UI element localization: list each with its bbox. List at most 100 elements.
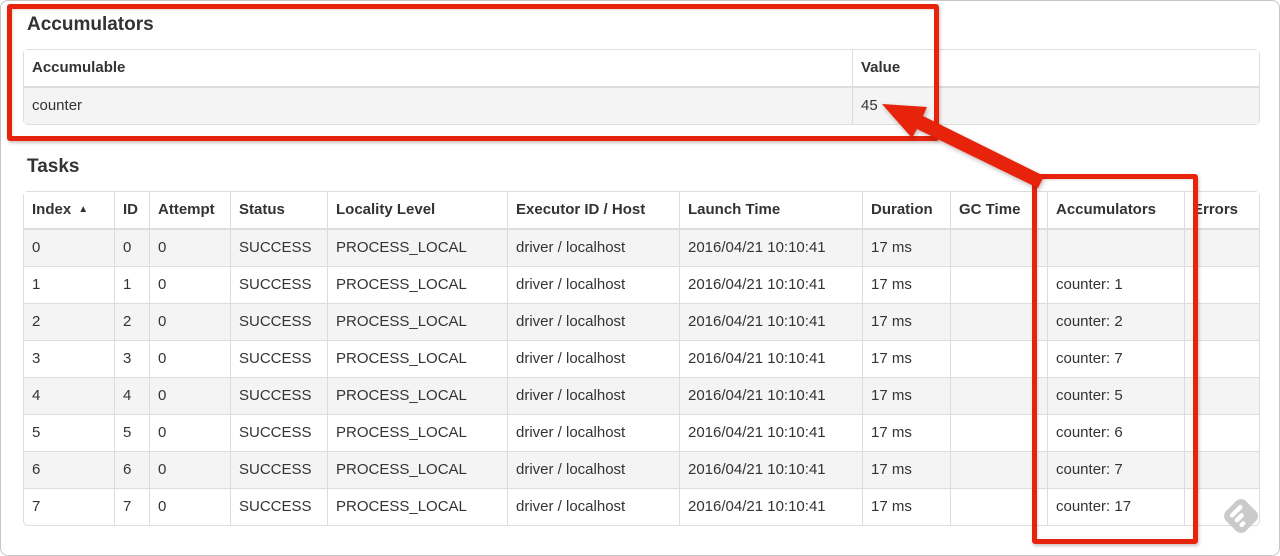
cell-executor-id-host: driver / localhost <box>507 340 679 377</box>
cell-locality-level: PROCESS_LOCAL <box>327 303 507 340</box>
cell-id: 0 <box>114 230 149 266</box>
cell-gc-time <box>950 451 1047 488</box>
cell-gc-time <box>950 488 1047 525</box>
cell-id: 4 <box>114 377 149 414</box>
task-row: 3 3 0 SUCCESS PROCESS_LOCAL driver / localhos… <box>24 340 1259 377</box>
cell-launch-time: 2016/04/21 10:10:41 <box>679 266 862 303</box>
cell-gc-time <box>950 303 1047 340</box>
cell-index: 4 <box>24 377 114 414</box>
cell-launch-time: 2016/04/21 10:10:41 <box>679 488 862 525</box>
cell-executor-id-host: driver / localhost <box>507 414 679 451</box>
task-row: 6 6 0 SUCCESS PROCESS_LOCAL driver / localhos… <box>24 451 1259 488</box>
cell-id: 2 <box>114 303 149 340</box>
cell-accumulators: counter: 5 <box>1047 377 1184 414</box>
cell-status: SUCCESS <box>230 230 327 266</box>
cell-index: 5 <box>24 414 114 451</box>
cell-errors <box>1184 414 1259 451</box>
column-header-id[interactable]: ID <box>114 192 149 230</box>
cell-duration: 17 ms <box>862 303 950 340</box>
column-header-locality-level[interactable]: Locality Level <box>327 192 507 230</box>
cell-attempt: 0 <box>149 451 230 488</box>
accumulators-section-title: Accumulators <box>27 14 154 35</box>
cell-launch-time: 2016/04/21 10:10:41 <box>679 303 862 340</box>
cell-accumulators <box>1047 230 1184 266</box>
cell-id: 5 <box>114 414 149 451</box>
cell-duration: 17 ms <box>862 488 950 525</box>
cell-duration: 17 ms <box>862 340 950 377</box>
cell-attempt: 0 <box>149 377 230 414</box>
cell-id: 1 <box>114 266 149 303</box>
cell-launch-time: 2016/04/21 10:10:41 <box>679 230 862 266</box>
cell-locality-level: PROCESS_LOCAL <box>327 340 507 377</box>
cell-launch-time: 2016/04/21 10:10:41 <box>679 377 862 414</box>
cell-launch-time: 2016/04/21 10:10:41 <box>679 340 862 377</box>
column-header-gc-time[interactable]: GC Time <box>950 192 1047 230</box>
cell-errors <box>1184 488 1259 525</box>
cell-gc-time <box>950 340 1047 377</box>
cell-executor-id-host: driver / localhost <box>507 488 679 525</box>
cell-index: 6 <box>24 451 114 488</box>
cell-accumulable-value: 45 <box>852 88 1259 124</box>
cell-index: 0 <box>24 230 114 266</box>
column-header-value[interactable]: Value <box>852 50 1259 88</box>
cell-errors <box>1184 230 1259 266</box>
cell-status: SUCCESS <box>230 451 327 488</box>
accumulable-row: counter 45 <box>24 88 1259 124</box>
cell-duration: 17 ms <box>862 230 950 266</box>
cell-index: 1 <box>24 266 114 303</box>
column-header-status[interactable]: Status <box>230 192 327 230</box>
cell-executor-id-host: driver / localhost <box>507 377 679 414</box>
cell-errors <box>1184 340 1259 377</box>
cell-attempt: 0 <box>149 414 230 451</box>
task-row: 4 4 0 SUCCESS PROCESS_LOCAL driver / localhos… <box>24 377 1259 414</box>
cell-duration: 17 ms <box>862 414 950 451</box>
column-header-index[interactable]: Index ▲ <box>24 192 114 230</box>
cell-accumulators: counter: 2 <box>1047 303 1184 340</box>
cell-id: 3 <box>114 340 149 377</box>
cell-accumulators: counter: 7 <box>1047 451 1184 488</box>
cell-index: 7 <box>24 488 114 525</box>
cell-launch-time: 2016/04/21 10:10:41 <box>679 414 862 451</box>
cell-status: SUCCESS <box>230 488 327 525</box>
column-header-errors[interactable]: Errors <box>1184 192 1259 230</box>
cell-executor-id-host: driver / localhost <box>507 303 679 340</box>
cell-errors <box>1184 451 1259 488</box>
cell-locality-level: PROCESS_LOCAL <box>327 230 507 266</box>
cell-status: SUCCESS <box>230 377 327 414</box>
column-header-launch-time[interactable]: Launch Time <box>679 192 862 230</box>
cell-errors <box>1184 303 1259 340</box>
page-content: Accumulators Accumulable Value counter 4… <box>23 1 1260 526</box>
cell-attempt: 0 <box>149 266 230 303</box>
column-header-accumulable[interactable]: Accumulable <box>24 50 852 88</box>
cell-attempt: 0 <box>149 230 230 266</box>
cell-attempt: 0 <box>149 488 230 525</box>
cell-launch-time: 2016/04/21 10:10:41 <box>679 451 862 488</box>
cell-gc-time <box>950 377 1047 414</box>
cell-status: SUCCESS <box>230 340 327 377</box>
column-header-duration[interactable]: Duration <box>862 192 950 230</box>
cell-accumulators: counter: 6 <box>1047 414 1184 451</box>
tasks-header-row: Index ▲ ID Attempt Status Locality Level Execu… <box>24 192 1259 230</box>
cell-gc-time <box>950 414 1047 451</box>
cell-accumulators: counter: 1 <box>1047 266 1184 303</box>
accumulable-header-row: Accumulable Value <box>24 50 1259 88</box>
column-header-accumulators[interactable]: Accumulators <box>1047 192 1184 230</box>
column-header-executor-id-host[interactable]: Executor ID / Host <box>507 192 679 230</box>
cell-duration: 17 ms <box>862 377 950 414</box>
cell-gc-time <box>950 230 1047 266</box>
cell-accumulators: counter: 17 <box>1047 488 1184 525</box>
cell-status: SUCCESS <box>230 414 327 451</box>
cell-index: 2 <box>24 303 114 340</box>
column-header-attempt[interactable]: Attempt <box>149 192 230 230</box>
accumulable-table: Accumulable Value counter 45 <box>23 49 1260 125</box>
tasks-section-title: Tasks <box>27 156 80 177</box>
cell-accumulable-name: counter <box>24 88 852 124</box>
cell-executor-id-host: driver / localhost <box>507 230 679 266</box>
task-row: 7 7 0 SUCCESS PROCESS_LOCAL driver / localhos… <box>24 488 1259 525</box>
cell-locality-level: PROCESS_LOCAL <box>327 488 507 525</box>
cell-accumulators: counter: 7 <box>1047 340 1184 377</box>
task-row: 5 5 0 SUCCESS PROCESS_LOCAL driver / localhos… <box>24 414 1259 451</box>
sort-ascending-icon: ▲ <box>78 204 89 215</box>
cell-attempt: 0 <box>149 340 230 377</box>
cell-locality-level: PROCESS_LOCAL <box>327 451 507 488</box>
